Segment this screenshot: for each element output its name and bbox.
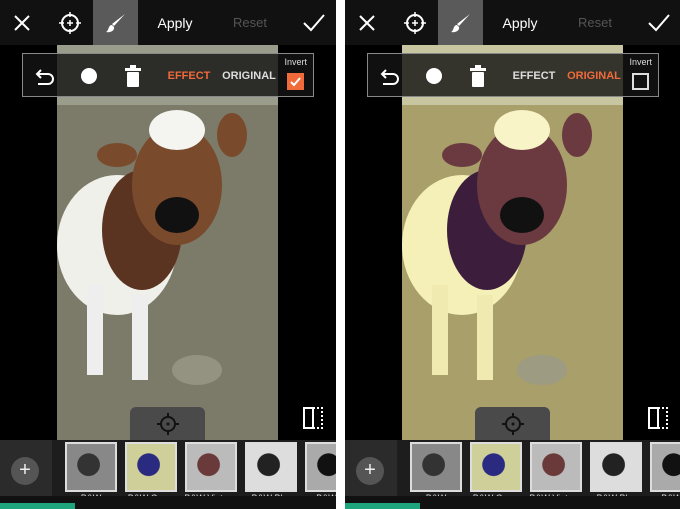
- check-icon: [648, 13, 670, 31]
- reset-button[interactable]: Reset: [570, 0, 620, 45]
- filter-thumbnail[interactable]: [410, 442, 462, 492]
- close-icon: [359, 14, 375, 31]
- filter-thumbnail[interactable]: [590, 442, 642, 492]
- calf-photo: [57, 45, 278, 440]
- invert-label: Invert: [629, 57, 652, 67]
- brush-button[interactable]: [93, 0, 138, 45]
- plus-icon: +: [364, 459, 376, 481]
- filter-thumbnail[interactable]: [65, 442, 117, 492]
- reset-button[interactable]: Reset: [225, 0, 275, 45]
- editor-screen: Apply Reset EFFECT ORIGINAL Invert + B&W…: [0, 0, 336, 509]
- editor-screen: Apply Reset EFFECT ORIGINAL Invert + B&W…: [345, 0, 680, 509]
- check-icon: [303, 13, 325, 31]
- original-mode-button[interactable]: ORIGINAL: [565, 54, 623, 98]
- apply-button[interactable]: Apply: [150, 0, 200, 45]
- top-toolbar: Apply Reset: [0, 0, 336, 45]
- close-button[interactable]: [345, 0, 389, 45]
- close-button[interactable]: [0, 0, 44, 45]
- compare-icon: [648, 407, 668, 429]
- settings-icon: [156, 413, 179, 435]
- target-button[interactable]: [393, 0, 437, 45]
- undo-icon: [35, 69, 54, 85]
- filter-thumbnail[interactable]: [125, 442, 177, 492]
- undo-button[interactable]: [372, 54, 408, 98]
- filter-thumbnail[interactable]: [530, 442, 582, 492]
- add-filter-button[interactable]: +: [356, 457, 384, 485]
- trash-icon: [125, 65, 141, 87]
- undo-button[interactable]: [27, 54, 63, 98]
- close-icon: [14, 14, 30, 31]
- apply-button[interactable]: Apply: [495, 0, 545, 45]
- filter-thumbnail[interactable]: [650, 442, 680, 492]
- confirm-button[interactable]: [637, 0, 680, 45]
- check-icon: [290, 77, 301, 87]
- undo-icon: [380, 69, 399, 85]
- brush-size-icon: [426, 68, 442, 84]
- brush-icon: [105, 13, 125, 32]
- photo-canvas[interactable]: [57, 45, 278, 440]
- filter-thumbnail[interactable]: [185, 442, 237, 492]
- settings-icon: [501, 413, 524, 435]
- selected-tab-indicator: [345, 503, 420, 509]
- top-toolbar: Apply Reset: [345, 0, 680, 45]
- invert-checkbox[interactable]: [287, 73, 304, 90]
- effect-mode-button[interactable]: EFFECT: [510, 54, 558, 98]
- compare-button[interactable]: [302, 405, 324, 436]
- brush-options-bar: EFFECT ORIGINAL Invert: [22, 53, 314, 97]
- brush-options-bar: EFFECT ORIGINAL Invert: [367, 53, 659, 97]
- brush-size-icon: [81, 68, 97, 84]
- delete-button[interactable]: [460, 54, 496, 98]
- confirm-button[interactable]: [292, 0, 336, 45]
- plus-icon: +: [19, 459, 31, 481]
- brush-size-button[interactable]: [71, 54, 107, 98]
- trash-icon: [470, 65, 486, 87]
- filter-thumbnail[interactable]: [305, 442, 336, 492]
- target-icon: [59, 11, 81, 34]
- settings-button[interactable]: [130, 407, 205, 441]
- effect-mode-button[interactable]: EFFECT: [165, 54, 213, 98]
- compare-button[interactable]: [647, 405, 669, 436]
- brush-icon: [450, 13, 470, 32]
- selected-tab-indicator: [0, 503, 75, 509]
- invert-label: Invert: [284, 57, 307, 67]
- add-filter-button[interactable]: +: [11, 457, 39, 485]
- settings-button[interactable]: [475, 407, 550, 441]
- original-mode-button[interactable]: ORIGINAL: [220, 54, 278, 98]
- delete-button[interactable]: [115, 54, 151, 98]
- brush-button[interactable]: [438, 0, 483, 45]
- target-button[interactable]: [48, 0, 92, 45]
- brush-size-button[interactable]: [416, 54, 452, 98]
- filter-thumbnail[interactable]: [470, 442, 522, 492]
- photo-canvas[interactable]: [402, 45, 623, 440]
- filter-thumbnail[interactable]: [245, 442, 297, 492]
- compare-icon: [303, 407, 323, 429]
- target-icon: [404, 11, 426, 34]
- calf-photo: [402, 45, 623, 440]
- invert-checkbox[interactable]: [632, 73, 649, 90]
